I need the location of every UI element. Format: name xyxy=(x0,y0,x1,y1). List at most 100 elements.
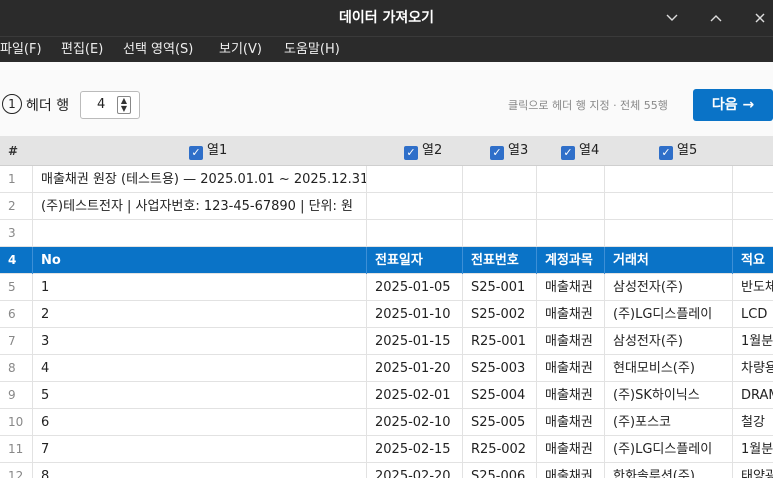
table-cell[interactable]: 매출채권 xyxy=(537,301,605,328)
table-cell[interactable]: R25-001 xyxy=(463,328,537,355)
table-cell[interactable]: 매출채권 xyxy=(537,382,605,409)
table-cell[interactable] xyxy=(367,193,463,220)
table-cell[interactable] xyxy=(605,220,733,247)
table-cell[interactable]: 계정과목 xyxy=(537,247,605,274)
table-cell[interactable]: S25-005 xyxy=(463,409,537,436)
table-cell[interactable]: 6 xyxy=(33,409,367,436)
menu-edit[interactable]: 편집(E) xyxy=(61,37,103,63)
checkbox-checked-icon[interactable]: ✓ xyxy=(659,146,673,160)
header-row-value[interactable]: 4 xyxy=(97,97,105,112)
table-cell[interactable]: 매출채권 xyxy=(537,436,605,463)
table-cell[interactable]: 1월분 xyxy=(733,328,773,355)
menu-view[interactable]: 보기(V) xyxy=(219,37,262,63)
row-number[interactable]: 4 xyxy=(0,247,33,274)
menu-selection[interactable]: 선택 영역(S) xyxy=(123,37,193,63)
table-cell[interactable]: 적요 xyxy=(733,247,773,274)
table-cell[interactable]: 2025-02-20 xyxy=(367,463,463,478)
table-cell[interactable] xyxy=(733,166,773,193)
row-number[interactable]: 8 xyxy=(0,355,33,382)
table-cell[interactable]: 매출채권 xyxy=(537,355,605,382)
table-cell[interactable]: 매출채권 원장 (테스트용) — 2025.01.01 ~ 2025.12.31 xyxy=(33,166,367,193)
row-number[interactable]: 10 xyxy=(0,409,33,436)
row-number[interactable]: 2 xyxy=(0,193,33,220)
column-header-5[interactable]: ✓ 열5 xyxy=(651,136,731,166)
table-cell[interactable]: 4 xyxy=(33,355,367,382)
table-cell[interactable]: 차량용 xyxy=(733,355,773,382)
checkbox-checked-icon[interactable]: ✓ xyxy=(561,146,575,160)
table-cell[interactable]: 3 xyxy=(33,328,367,355)
table-cell[interactable]: 태양광 xyxy=(733,463,773,478)
table-cell[interactable]: 전표번호 xyxy=(463,247,537,274)
table-cell[interactable]: No xyxy=(33,247,367,274)
header-row-spinbox[interactable]: 4 ▲ ▼ xyxy=(80,91,140,119)
row-number[interactable]: 11 xyxy=(0,436,33,463)
table-cell[interactable] xyxy=(463,166,537,193)
table-cell[interactable]: DRAM xyxy=(733,382,773,409)
table-cell[interactable] xyxy=(367,166,463,193)
row-number[interactable]: 7 xyxy=(0,328,33,355)
table-cell[interactable]: 7 xyxy=(33,436,367,463)
table-cell[interactable]: 매출채권 xyxy=(537,328,605,355)
table-cell[interactable]: 삼성전자(주) xyxy=(605,328,733,355)
table-cell[interactable]: 2 xyxy=(33,301,367,328)
table-row[interactable]: 1 매출채권 원장 (테스트용) — 2025.01.01 ~ 2025.12.3… xyxy=(0,166,773,193)
table-cell[interactable] xyxy=(33,220,367,247)
table-cell[interactable] xyxy=(605,193,733,220)
table-cell[interactable]: 현대모비스(주) xyxy=(605,355,733,382)
table-cell[interactable]: 거래처 xyxy=(605,247,733,274)
table-cell[interactable]: S25-004 xyxy=(463,382,537,409)
table-cell[interactable] xyxy=(537,166,605,193)
column-header-2[interactable]: ✓ 열2 xyxy=(396,136,462,166)
maximize-button[interactable] xyxy=(694,0,738,36)
table-cell[interactable]: 매출채권 xyxy=(537,274,605,301)
table-row[interactable]: 7 3 2025-01-15 R25-001 매출채권 삼성전자(주) 1월분 xyxy=(0,328,773,355)
table-cell[interactable]: R25-002 xyxy=(463,436,537,463)
table-row[interactable]: 2 (주)테스트전자 | 사업자번호: 123-45-67890 | 단위: 원 xyxy=(0,193,773,220)
row-number[interactable]: 12 xyxy=(0,463,33,478)
checkbox-checked-icon[interactable]: ✓ xyxy=(189,146,203,160)
table-row[interactable]: 11 7 2025-02-15 R25-002 매출채권 (주)LG디스플레이 1월분 xyxy=(0,436,773,463)
table-cell[interactable] xyxy=(537,220,605,247)
menu-help[interactable]: 도움말(H) xyxy=(284,37,340,63)
row-number[interactable]: 6 xyxy=(0,301,33,328)
column-header-1[interactable]: ✓ 열1 xyxy=(181,136,361,166)
table-cell[interactable]: (주)포스코 xyxy=(605,409,733,436)
table-cell[interactable]: 2025-02-15 xyxy=(367,436,463,463)
table-cell[interactable]: (주)SK하이닉스 xyxy=(605,382,733,409)
table-cell[interactable]: 2025-01-10 xyxy=(367,301,463,328)
table-cell[interactable] xyxy=(463,220,537,247)
table-cell[interactable]: 5 xyxy=(33,382,367,409)
table-cell[interactable]: 2025-01-05 xyxy=(367,274,463,301)
table-cell[interactable]: (주)LG디스플레이 xyxy=(605,301,733,328)
checkbox-checked-icon[interactable]: ✓ xyxy=(490,146,504,160)
table-cell[interactable] xyxy=(537,193,605,220)
menu-file[interactable]: 파일(F) xyxy=(0,37,42,63)
table-cell[interactable]: S25-006 xyxy=(463,463,537,478)
table-row[interactable]: 1282025-02-20S25-006매출채권한화솔루션(주)태양광 xyxy=(0,463,773,478)
table-cell[interactable]: LCD xyxy=(733,301,773,328)
row-number[interactable]: 1 xyxy=(0,166,33,193)
table-cell[interactable]: S25-001 xyxy=(463,274,537,301)
table-cell[interactable]: 매출채권 xyxy=(537,409,605,436)
minimize-button[interactable] xyxy=(650,0,694,36)
table-cell[interactable]: 1 xyxy=(33,274,367,301)
table-cell[interactable] xyxy=(733,220,773,247)
table-row[interactable]: 512025-01-05S25-001매출채권삼성전자(주)반도체 xyxy=(0,274,773,301)
checkbox-checked-icon[interactable]: ✓ xyxy=(404,146,418,160)
table-cell[interactable]: S25-003 xyxy=(463,355,537,382)
row-number[interactable]: 9 xyxy=(0,382,33,409)
table-cell[interactable]: 삼성전자(주) xyxy=(605,274,733,301)
table-cell[interactable]: (주)테스트전자 | 사업자번호: 123-45-67890 | 단위: 원 xyxy=(33,193,367,220)
table-cell[interactable]: 2025-01-20 xyxy=(367,355,463,382)
table-cell[interactable]: 2025-01-15 xyxy=(367,328,463,355)
close-button[interactable] xyxy=(738,0,773,36)
column-header-4[interactable]: ✓ 열4 xyxy=(553,136,613,166)
row-number[interactable]: 5 xyxy=(0,274,33,301)
table-cell[interactable]: 8 xyxy=(33,463,367,478)
spin-arrows-icon[interactable]: ▲ ▼ xyxy=(117,96,131,114)
row-number[interactable]: 3 xyxy=(0,220,33,247)
table-cell[interactable]: 2025-02-01 xyxy=(367,382,463,409)
column-header-3[interactable]: ✓ 열3 xyxy=(482,136,537,166)
table-cell[interactable]: 전표일자 xyxy=(367,247,463,274)
table-row[interactable]: 6 2 2025-01-10 S25-002 매출채권 (주)LG디스플레이 LCD xyxy=(0,301,773,328)
